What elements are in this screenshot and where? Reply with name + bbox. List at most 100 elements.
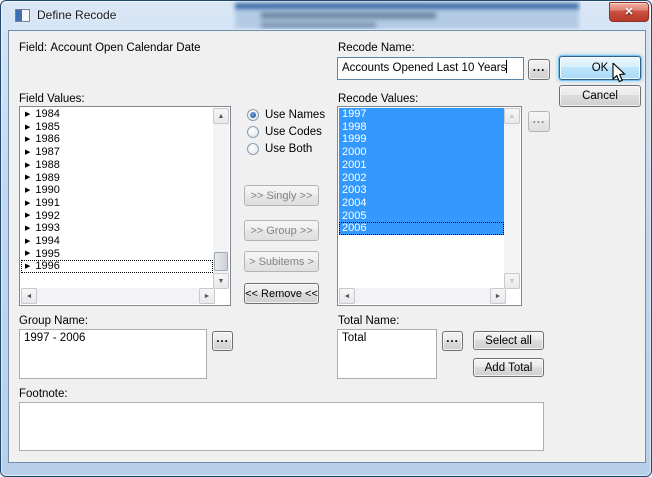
- field-value-item[interactable]: ▶ 1991: [21, 197, 213, 210]
- expand-arrow-icon: ▶: [25, 200, 30, 207]
- field-value-item[interactable]: ▶ 1996: [21, 260, 213, 273]
- close-icon: ✕: [624, 7, 633, 18]
- group-name-label: Group Name:: [19, 315, 88, 327]
- transfer-button-column: >> Singly >> >> Group >> > Subitems > <<…: [244, 185, 319, 304]
- expand-arrow-icon: ▶: [25, 162, 30, 169]
- expand-arrow-icon: ▶: [25, 225, 30, 232]
- cancel-button[interactable]: Cancel: [559, 85, 641, 107]
- radio-option[interactable]: Use Both: [247, 141, 325, 156]
- recode-value-item[interactable]: 2005: [339, 210, 504, 223]
- field-values-label: Field Values:: [19, 93, 85, 105]
- group-name-browse-button[interactable]: ...: [212, 331, 233, 351]
- field-value-item[interactable]: ▶ 1987: [21, 146, 213, 159]
- expand-arrow-icon: ▶: [25, 212, 30, 219]
- ellipsis-icon: ...: [446, 336, 459, 342]
- transfer-button: >> Group >>: [244, 220, 319, 241]
- recode-value-item[interactable]: 1999: [339, 133, 504, 146]
- scroll-right-button[interactable]: ►: [199, 288, 215, 304]
- recode-value-item[interactable]: 2006: [339, 222, 504, 235]
- recode-value-item[interactable]: 2001: [339, 159, 504, 172]
- recode-values-listbox[interactable]: ▲ ▼ ◄ ► 1997 1998 1999 2000: [337, 106, 522, 306]
- define-recode-dialog: Define Recode ✕ Field: Account Open Cale…: [0, 0, 652, 477]
- field-values-vertical-scrollbar[interactable]: ▲ ▼: [213, 108, 229, 289]
- scroll-left-button[interactable]: ◄: [339, 288, 355, 304]
- ellipsis-icon: ...: [533, 65, 546, 71]
- expand-arrow-icon: ▶: [25, 174, 30, 181]
- text-caret: [506, 60, 507, 73]
- recode-value-item[interactable]: 2002: [339, 171, 504, 184]
- transfer-button: >> Singly >>: [244, 185, 319, 206]
- arrow-up-icon: ▲: [509, 113, 516, 120]
- radio-icon: [247, 126, 259, 138]
- scrollbar-track[interactable]: [213, 124, 229, 273]
- group-name-input[interactable]: 1997 - 2006: [19, 329, 207, 379]
- expand-arrow-icon: ▶: [25, 187, 30, 194]
- recode-name-input[interactable]: Accounts Opened Last 10 Years: [337, 57, 524, 80]
- window-title: Define Recode: [37, 8, 116, 22]
- ok-button[interactable]: OK: [559, 56, 641, 80]
- ellipsis-icon: ...: [216, 336, 229, 342]
- arrow-right-icon: ►: [204, 293, 211, 300]
- title-bar[interactable]: Define Recode ✕: [1, 1, 651, 30]
- use-mode-radio-group: Use Names Use Codes Use Both: [247, 107, 325, 158]
- expand-arrow-icon: ▶: [25, 149, 30, 156]
- radio-option[interactable]: Use Names: [247, 107, 325, 122]
- background-window-blur: [231, 1, 581, 29]
- arrow-left-icon: ◄: [26, 293, 33, 300]
- recode-value-item[interactable]: 2004: [339, 197, 504, 210]
- expand-arrow-icon: ▶: [25, 124, 30, 131]
- scrollbar-thumb[interactable]: [214, 252, 228, 271]
- field-values-listbox[interactable]: ▲ ▼ ◄ ► ▶ 1984 ▶ 1985 ▶ 1986: [19, 106, 231, 306]
- field-value-item[interactable]: ▶ 1984: [21, 108, 213, 121]
- total-name-browse-button[interactable]: ...: [442, 331, 463, 351]
- field-label: Field: Account Open Calendar Date: [19, 42, 201, 54]
- expand-arrow-icon: ▶: [25, 136, 30, 143]
- recode-name-label: Recode Name:: [338, 42, 415, 54]
- close-button[interactable]: ✕: [609, 2, 649, 22]
- recode-values-vertical-scrollbar: ▲ ▼: [504, 108, 520, 289]
- field-value-item[interactable]: ▶ 1990: [21, 184, 213, 197]
- recode-value-item[interactable]: 1997: [339, 108, 504, 121]
- arrow-down-icon: ▼: [509, 278, 516, 285]
- scroll-up-button: ▲: [504, 108, 520, 124]
- expand-arrow-icon: ▶: [25, 238, 30, 245]
- select-all-button[interactable]: Select all: [473, 331, 544, 350]
- field-value-item[interactable]: ▶ 1993: [21, 222, 213, 235]
- scroll-right-button[interactable]: ►: [490, 288, 506, 304]
- ellipsis-icon: ...: [533, 117, 546, 123]
- transfer-button[interactable]: << Remove <<: [244, 283, 319, 304]
- arrow-up-icon: ▲: [218, 113, 225, 120]
- field-value-item[interactable]: ▶ 1985: [21, 121, 213, 134]
- recode-value-item[interactable]: 2003: [339, 184, 504, 197]
- footnote-input[interactable]: [19, 402, 544, 451]
- expand-arrow-icon: ▶: [25, 250, 30, 257]
- field-value-item[interactable]: ▶ 1992: [21, 210, 213, 223]
- radio-icon: [247, 109, 259, 121]
- recode-values-browse-button: ...: [528, 111, 550, 132]
- total-name-input[interactable]: Total: [337, 329, 437, 379]
- total-name-label: Total Name:: [338, 315, 399, 327]
- field-value-item[interactable]: ▶ 1989: [21, 171, 213, 184]
- recode-value-item[interactable]: 1998: [339, 121, 504, 134]
- field-value-item[interactable]: ▶ 1994: [21, 235, 213, 248]
- expand-arrow-icon: ▶: [25, 263, 30, 270]
- arrow-left-icon: ◄: [344, 293, 351, 300]
- radio-option[interactable]: Use Codes: [247, 124, 325, 139]
- field-value-item[interactable]: ▶ 1988: [21, 159, 213, 172]
- radio-icon: [247, 143, 259, 155]
- transfer-button: > Subitems >: [244, 251, 319, 272]
- arrow-right-icon: ►: [495, 293, 502, 300]
- add-total-button[interactable]: Add Total: [473, 358, 544, 377]
- recode-values-horizontal-scrollbar[interactable]: ◄ ►: [339, 288, 506, 304]
- field-value-item[interactable]: ▶ 1995: [21, 248, 213, 261]
- recode-name-browse-button[interactable]: ...: [528, 59, 550, 80]
- footnote-label: Footnote:: [19, 388, 68, 400]
- scroll-up-button[interactable]: ▲: [213, 108, 229, 124]
- recode-values-label: Recode Values:: [338, 93, 418, 105]
- field-values-horizontal-scrollbar[interactable]: ◄ ►: [21, 288, 215, 304]
- field-value-item[interactable]: ▶ 1986: [21, 133, 213, 146]
- recode-value-item[interactable]: 2000: [339, 146, 504, 159]
- app-icon: [15, 9, 30, 22]
- scroll-down-button[interactable]: ▼: [213, 273, 229, 289]
- scroll-left-button[interactable]: ◄: [21, 288, 37, 304]
